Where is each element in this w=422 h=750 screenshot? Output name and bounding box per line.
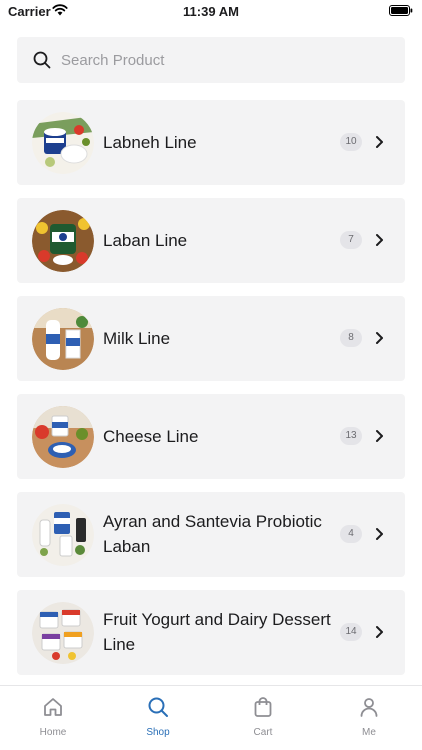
- category-item-fruit-yogurt-dessert[interactable]: Fruit Yogurt and Dairy Dessert Line 14: [17, 590, 405, 675]
- battery-icon: [389, 5, 413, 16]
- tab-label: Shop: [146, 727, 170, 738]
- status-bar: Carrier 11:39 AM: [0, 0, 422, 24]
- count-badge: 14: [340, 623, 362, 641]
- category-item-laban-line[interactable]: Laban Line 7: [17, 198, 405, 283]
- tab-label: Home: [39, 727, 67, 738]
- count-badge: 7: [340, 231, 362, 249]
- person-icon: [360, 698, 378, 717]
- tab-label: Cart: [253, 727, 273, 738]
- category-item-cheese-line[interactable]: Cheese Line 13: [17, 394, 405, 479]
- chevron-right-icon: [376, 528, 383, 540]
- count-badge: 8: [340, 329, 362, 347]
- chevron-right-icon: [376, 626, 383, 638]
- fruit-yogurt-dessert-thumbnail: [32, 602, 94, 664]
- search-icon: [33, 51, 51, 69]
- category-label: Ayran and Santevia Probiotic Laban: [103, 512, 322, 556]
- category-item-ayran-santevia[interactable]: Ayran and Santevia Probiotic Laban 4: [17, 492, 405, 577]
- category-label: Labneh Line: [103, 133, 197, 152]
- count-badge: 4: [340, 525, 362, 543]
- search-input[interactable]: [61, 51, 361, 69]
- search-icon: [148, 697, 168, 717]
- laban-line-thumbnail: [32, 210, 94, 272]
- chevron-right-icon: [376, 136, 383, 148]
- tab-shop[interactable]: Shop: [123, 686, 193, 750]
- tab-cart[interactable]: Cart: [228, 686, 298, 750]
- chevron-right-icon: [376, 234, 383, 246]
- category-label: Laban Line: [103, 231, 188, 250]
- home-icon: [44, 698, 62, 716]
- search-bar[interactable]: [17, 37, 405, 83]
- ayran-santevia-thumbnail: [32, 504, 94, 566]
- chevron-right-icon: [376, 430, 383, 442]
- tab-bar: Home Shop Cart Me: [0, 685, 422, 750]
- category-item-milk-line[interactable]: Milk Line 8: [17, 296, 405, 381]
- count-badge: 10: [340, 133, 362, 151]
- category-label: Fruit Yogurt and Dairy Dessert Line: [103, 610, 331, 654]
- category-label: Cheese Line: [103, 427, 199, 446]
- labneh-line-thumbnail: [32, 112, 94, 174]
- tab-me[interactable]: Me: [334, 686, 404, 750]
- tab-label: Me: [362, 727, 376, 738]
- clock: 11:39 AM: [183, 4, 239, 19]
- category-label: Milk Line: [103, 329, 171, 348]
- count-badge: 13: [340, 427, 362, 445]
- chevron-right-icon: [376, 332, 383, 344]
- milk-line-thumbnail: [32, 308, 94, 370]
- category-list: Labneh Line 10 Laban Line 7 Milk Line 8 …: [17, 100, 405, 688]
- bag-icon: [254, 697, 272, 717]
- cheese-line-thumbnail: [32, 406, 94, 468]
- category-item-labneh-line[interactable]: Labneh Line 10: [17, 100, 405, 185]
- tab-home[interactable]: Home: [18, 686, 88, 750]
